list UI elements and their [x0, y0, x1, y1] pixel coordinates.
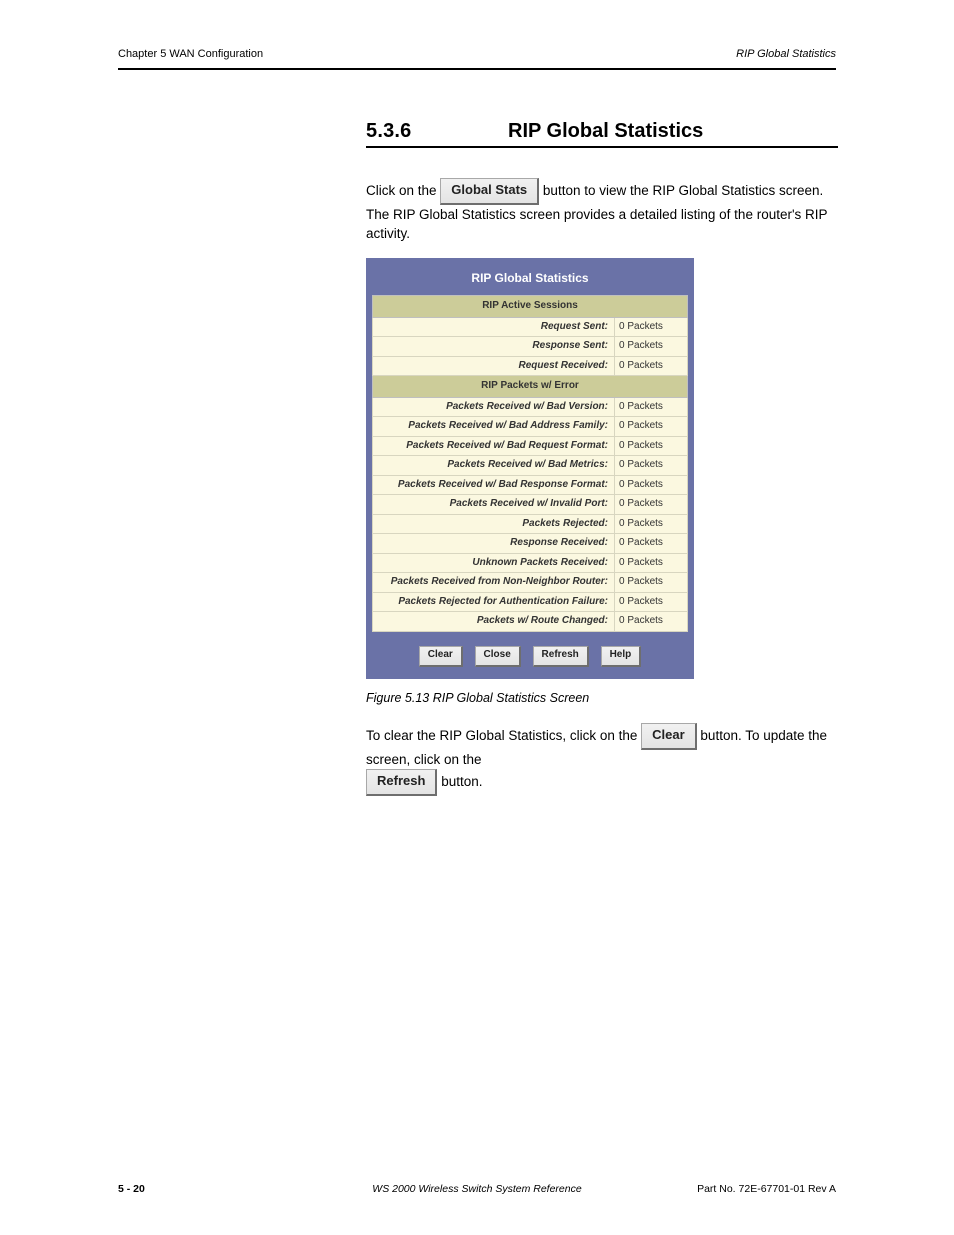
table-row: Packets Received w/ Invalid Port:0 Packe…: [373, 495, 688, 515]
intro-text-a: Click on the: [366, 183, 440, 198]
clear-button[interactable]: Clear: [641, 723, 697, 750]
figure-caption: Figure 5.13 RIP Global Statistics Screen: [366, 689, 838, 707]
panel-title: RIP Global Statistics: [372, 264, 688, 295]
stat-label: Packets Received w/ Bad Response Format:: [373, 475, 615, 495]
stat-value: 0 Packets: [615, 337, 688, 357]
stat-value: 0 Packets: [615, 397, 688, 417]
text-a: To clear the RIP Global Statistics, clic…: [366, 728, 641, 743]
intro-paragraph: Click on the Global Stats button to view…: [366, 178, 838, 244]
stat-label: Packets w/ Route Changed:: [373, 612, 615, 632]
clear-refresh-paragraph: To clear the RIP Global Statistics, clic…: [366, 723, 838, 796]
stat-label: Request Sent:: [373, 317, 615, 337]
table-row: Packets Received w/ Bad Address Family:0…: [373, 417, 688, 437]
stat-label: Packets Received w/ Bad Request Format:: [373, 436, 615, 456]
table-row: Request Received:0 Packets: [373, 356, 688, 376]
stat-label: Request Received:: [373, 356, 615, 376]
header-chapter: Chapter 5 WAN Configuration: [118, 48, 263, 60]
table-row: Packets w/ Route Changed:0 Packets: [373, 612, 688, 632]
stat-value: 0 Packets: [615, 317, 688, 337]
stat-value: 0 Packets: [615, 573, 688, 593]
header-section: RIP Global Statistics: [736, 48, 836, 60]
stat-label: Packets Received w/ Invalid Port:: [373, 495, 615, 515]
footer-doc-title: WS 2000 Wireless Switch System Reference: [118, 1183, 836, 1195]
stat-value: 0 Packets: [615, 534, 688, 554]
table-row: Packets Rejected for Authentication Fail…: [373, 592, 688, 612]
section-rule: [366, 146, 838, 148]
stat-value: 0 Packets: [615, 475, 688, 495]
global-stats-button[interactable]: Global Stats: [440, 178, 539, 205]
stat-label: Packets Rejected for Authentication Fail…: [373, 592, 615, 612]
stat-label: Response Sent:: [373, 337, 615, 357]
header-rule: [118, 68, 836, 70]
stat-label: Packets Received w/ Bad Address Family:: [373, 417, 615, 437]
panel-refresh-button[interactable]: Refresh: [533, 646, 589, 667]
refresh-button[interactable]: Refresh: [366, 769, 437, 796]
table-row: Packets Received from Non-Neighbor Route…: [373, 573, 688, 593]
stat-label: Packets Received w/ Bad Metrics:: [373, 456, 615, 476]
stat-value: 0 Packets: [615, 417, 688, 437]
table-row: Packets Rejected:0 Packets: [373, 514, 688, 534]
panel-clear-button[interactable]: Clear: [419, 646, 463, 667]
text-c: button.: [441, 774, 482, 789]
panel-button-row: Clear Close Refresh Help: [372, 646, 688, 667]
stat-value: 0 Packets: [615, 514, 688, 534]
stats-panel: RIP Global Statistics RIP Active Session…: [366, 258, 694, 679]
stat-label: Packets Rejected:: [373, 514, 615, 534]
stat-value: 0 Packets: [615, 612, 688, 632]
panel-close-button[interactable]: Close: [475, 646, 521, 667]
section-number: 5.3.6: [366, 120, 411, 143]
stat-label: Response Received:: [373, 534, 615, 554]
table-row: Response Received:0 Packets: [373, 534, 688, 554]
section-title: RIP Global Statistics: [508, 120, 703, 143]
table-row: Request Sent:0 Packets: [373, 317, 688, 337]
stat-value: 0 Packets: [615, 495, 688, 515]
table-row: Packets Received w/ Bad Response Format:…: [373, 475, 688, 495]
stats-table: RIP Active Sessions Request Sent:0 Packe…: [372, 295, 688, 632]
panel-help-button[interactable]: Help: [601, 646, 642, 667]
table-row: Packets Received w/ Bad Version:0 Packet…: [373, 397, 688, 417]
stat-label: Unknown Packets Received:: [373, 553, 615, 573]
stat-label: Packets Received from Non-Neighbor Route…: [373, 573, 615, 593]
stat-value: 0 Packets: [615, 436, 688, 456]
page-footer: 5 - 20 WS 2000 Wireless Switch System Re…: [118, 1183, 836, 1195]
section-header-active: RIP Active Sessions: [373, 296, 688, 318]
stat-value: 0 Packets: [615, 592, 688, 612]
stat-label: Packets Received w/ Bad Version:: [373, 397, 615, 417]
table-row: Unknown Packets Received:0 Packets: [373, 553, 688, 573]
stat-value: 0 Packets: [615, 356, 688, 376]
table-row: Response Sent:0 Packets: [373, 337, 688, 357]
stat-value: 0 Packets: [615, 456, 688, 476]
section-header-error: RIP Packets w/ Error: [373, 376, 688, 398]
table-row: Packets Received w/ Bad Request Format:0…: [373, 436, 688, 456]
stat-value: 0 Packets: [615, 553, 688, 573]
table-row: Packets Received w/ Bad Metrics:0 Packet…: [373, 456, 688, 476]
stats-panel-figure: RIP Global Statistics RIP Active Session…: [366, 258, 838, 679]
